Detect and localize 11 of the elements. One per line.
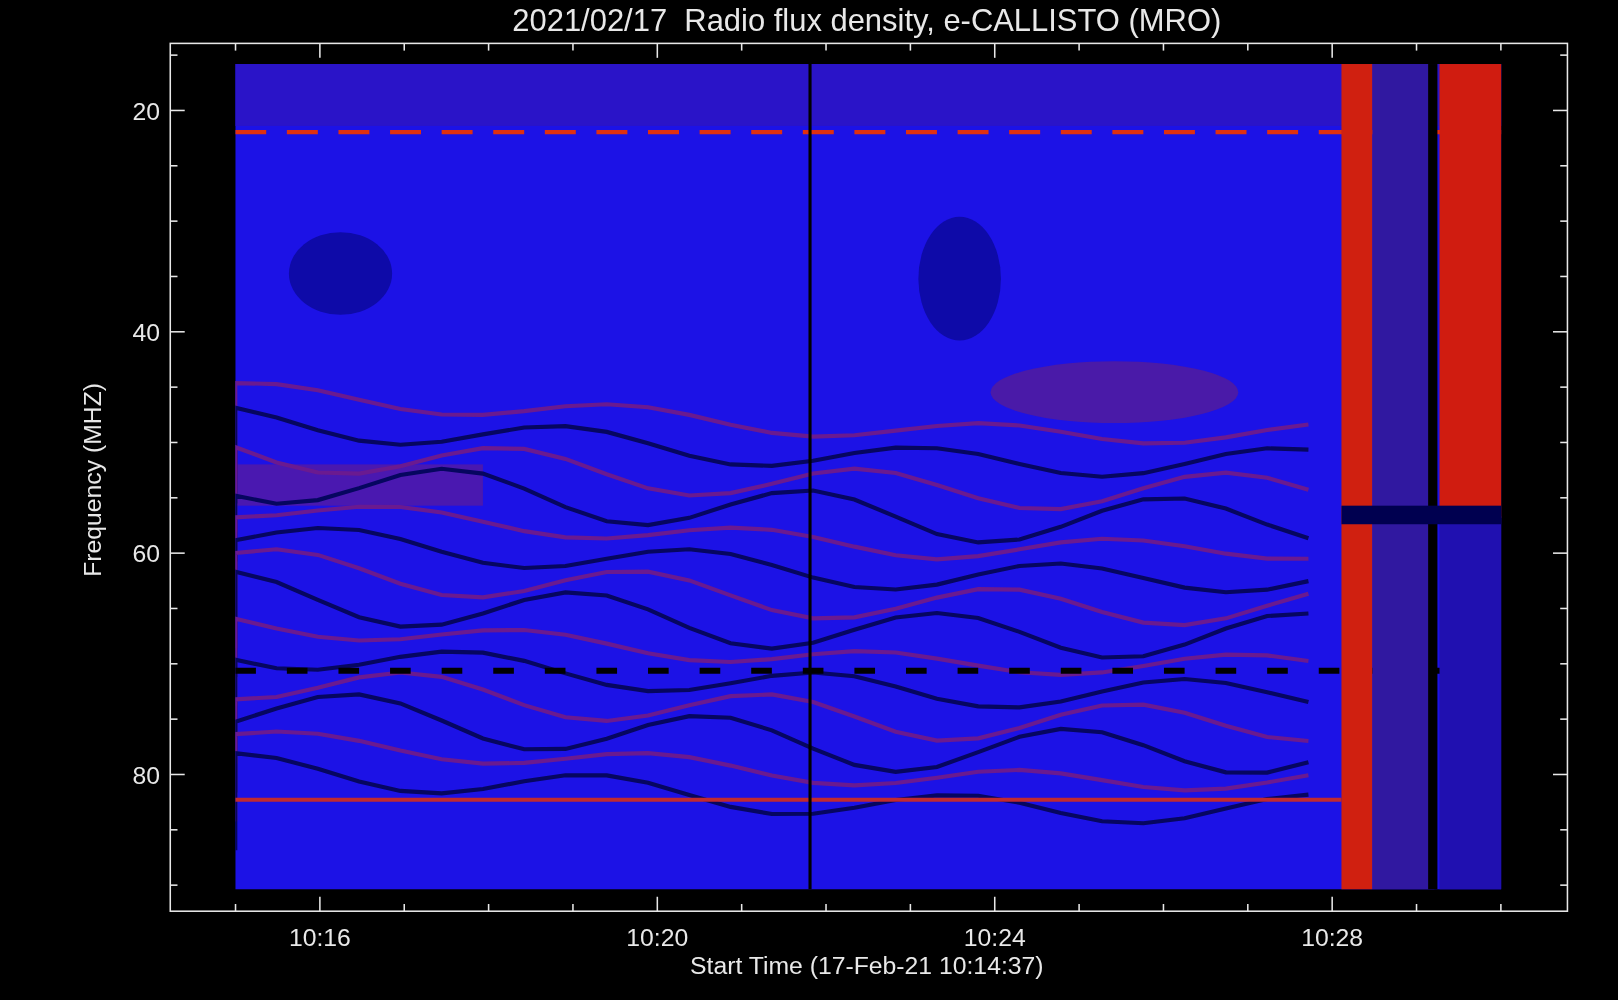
x-tick-label: 10:20 — [626, 924, 689, 952]
chart-title: 2021/02/17 Radio flux density, e-CALLISTO (MRO) — [512, 3, 1222, 38]
x-tick-label: 10:16 — [288, 924, 351, 952]
y-tick-label: 60 — [132, 540, 160, 568]
y-tick-label: 20 — [132, 97, 160, 125]
x-axis-label: Start Time (17-Feb-21 10:14:37) — [690, 952, 1044, 980]
y-axis-label: Frequency (MHZ) — [79, 382, 107, 577]
x-tick-label: 10:24 — [963, 924, 1026, 952]
y-tick-label: 80 — [132, 761, 160, 789]
x-tick-label: 10:28 — [1301, 924, 1364, 952]
y-tick-label: 40 — [132, 319, 160, 347]
